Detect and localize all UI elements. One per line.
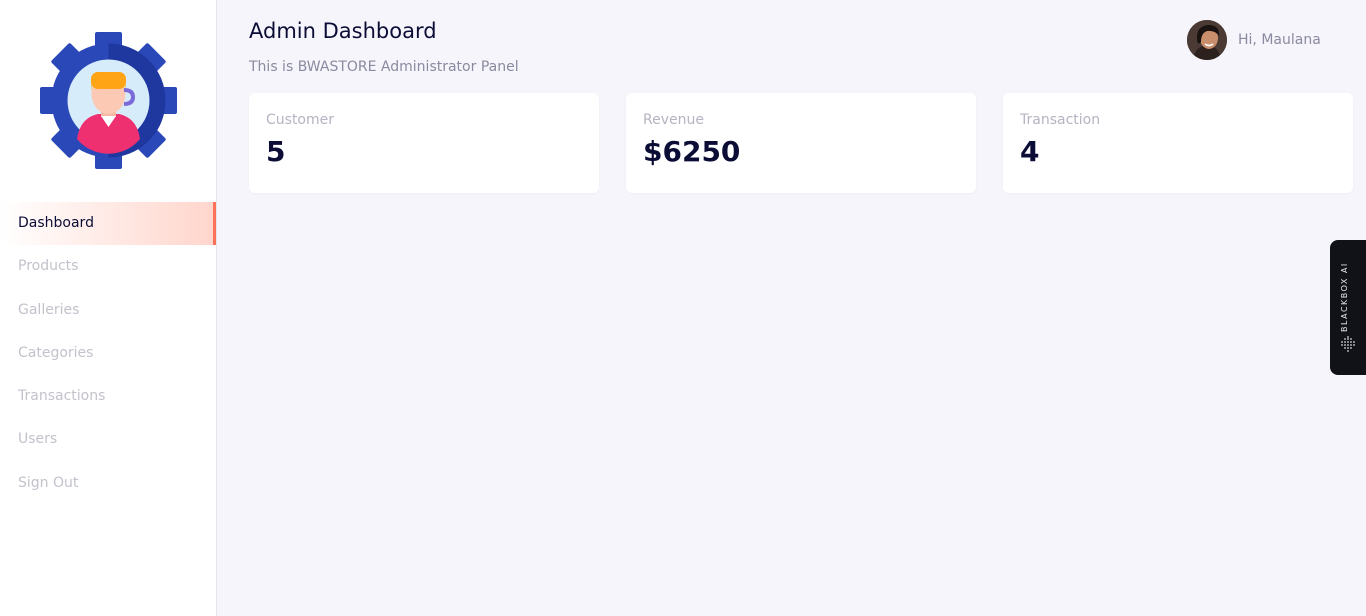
stat-card-transaction: Transaction 4 <box>1003 93 1353 193</box>
stat-card-customer: Customer 5 <box>249 93 599 193</box>
stat-value: $6250 <box>643 135 741 168</box>
sidebar-item-users[interactable]: Users <box>0 418 216 461</box>
sidebar: Dashboard Products Galleries Categories … <box>0 0 217 616</box>
avatar <box>1187 20 1227 60</box>
stat-label: Revenue <box>643 112 704 128</box>
sidebar-item-galleries[interactable]: Galleries <box>0 289 216 332</box>
sidebar-nav: Dashboard Products Galleries Categories … <box>0 202 216 505</box>
user-menu[interactable]: Hi, Maulana <box>1187 20 1321 60</box>
admin-gear-icon <box>40 32 177 169</box>
sidebar-item-dashboard[interactable]: Dashboard <box>0 202 216 246</box>
stat-value: 4 <box>1020 135 1040 168</box>
blackbox-ai-label: BLACKBOX AI <box>1340 262 1349 332</box>
user-greeting: Hi, Maulana <box>1238 32 1321 48</box>
sidebar-item-products[interactable]: Products <box>0 245 216 288</box>
page-subtitle: This is BWASTORE Administrator Panel <box>249 59 519 75</box>
app-root: Dashboard Products Galleries Categories … <box>0 0 1366 616</box>
stat-value: 5 <box>266 135 286 168</box>
blackbox-ai-tab[interactable]: BLACKBOX AI <box>1330 240 1366 375</box>
page-title: Admin Dashboard <box>249 19 437 43</box>
stat-card-revenue: Revenue $6250 <box>626 93 976 193</box>
blackbox-logo-icon <box>1339 335 1357 353</box>
sidebar-item-transactions[interactable]: Transactions <box>0 375 216 418</box>
sidebar-item-sign-out[interactable]: Sign Out <box>0 462 216 505</box>
stat-label: Customer <box>266 112 335 128</box>
stat-label: Transaction <box>1020 112 1101 128</box>
sidebar-item-categories[interactable]: Categories <box>0 332 216 375</box>
